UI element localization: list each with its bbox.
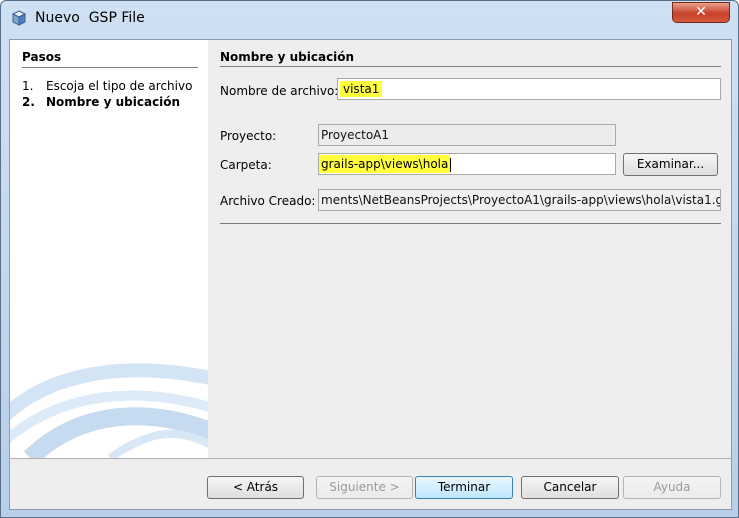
folder-value: grails-app\views\hola <box>319 155 451 173</box>
finish-button[interactable]: Terminar <box>415 476 513 499</box>
title-bar[interactable]: Nuevo GSP File ✕ <box>1 1 738 35</box>
file-name-input[interactable]: vista1 <box>337 78 721 100</box>
dialog-body: Pasos 1. Escoja el tipo de archivo 2. Nomb… <box>9 39 732 510</box>
close-button[interactable]: ✕ <box>672 2 730 23</box>
panel-title: Nombre y ubicación <box>220 50 355 64</box>
text-caret <box>450 157 452 172</box>
project-field: ProyectoA1 <box>318 124 616 146</box>
step-item-2: 2. Nombre y ubicación <box>22 95 180 109</box>
file-name-label: Nombre de archivo: <box>220 84 339 98</box>
folder-label: Carpeta: <box>220 158 272 172</box>
folder-input[interactable]: grails-app\views\hola <box>318 153 616 175</box>
content-divider <box>220 223 721 224</box>
step-label: Escoja el tipo de archivo <box>46 79 193 93</box>
cancel-button[interactable]: Cancelar <box>521 476 619 499</box>
project-label: Proyecto: <box>220 129 277 143</box>
window-title: Nuevo GSP File <box>35 10 145 26</box>
help-button[interactable]: Ayuda <box>623 476 721 499</box>
step-label: Nombre y ubicación <box>46 95 181 109</box>
step-item-1: 1. Escoja el tipo de archivo <box>22 79 192 93</box>
panel-divider <box>220 66 721 67</box>
content-panel: Nombre y ubicación Nombre de archivo: vi… <box>208 40 731 458</box>
netbeans-cube-icon <box>11 10 27 26</box>
decorative-swirl-graphic <box>10 363 208 458</box>
steps-title: Pasos <box>22 50 62 64</box>
steps-pane: Pasos 1. Escoja el tipo de archivo 2. Nomb… <box>10 40 208 458</box>
next-button[interactable]: Siguiente > <box>316 476 413 499</box>
steps-divider <box>22 67 198 68</box>
back-button[interactable]: < Atrás <box>207 476 304 499</box>
button-bar-divider <box>10 458 731 459</box>
browse-button[interactable]: Examinar... <box>623 153 718 176</box>
close-icon: ✕ <box>695 4 707 20</box>
created-file-field: ments\NetBeansProjects\ProyectoA1\grails… <box>318 189 721 211</box>
created-file-label: Archivo Creado: <box>220 194 316 208</box>
file-name-value: vista1 <box>340 81 383 97</box>
step-number: 2. <box>22 95 35 109</box>
dialog-window: Nuevo GSP File ✕ Pasos 1. Escoja el tipo … <box>0 0 739 518</box>
step-number: 1. <box>22 79 34 93</box>
